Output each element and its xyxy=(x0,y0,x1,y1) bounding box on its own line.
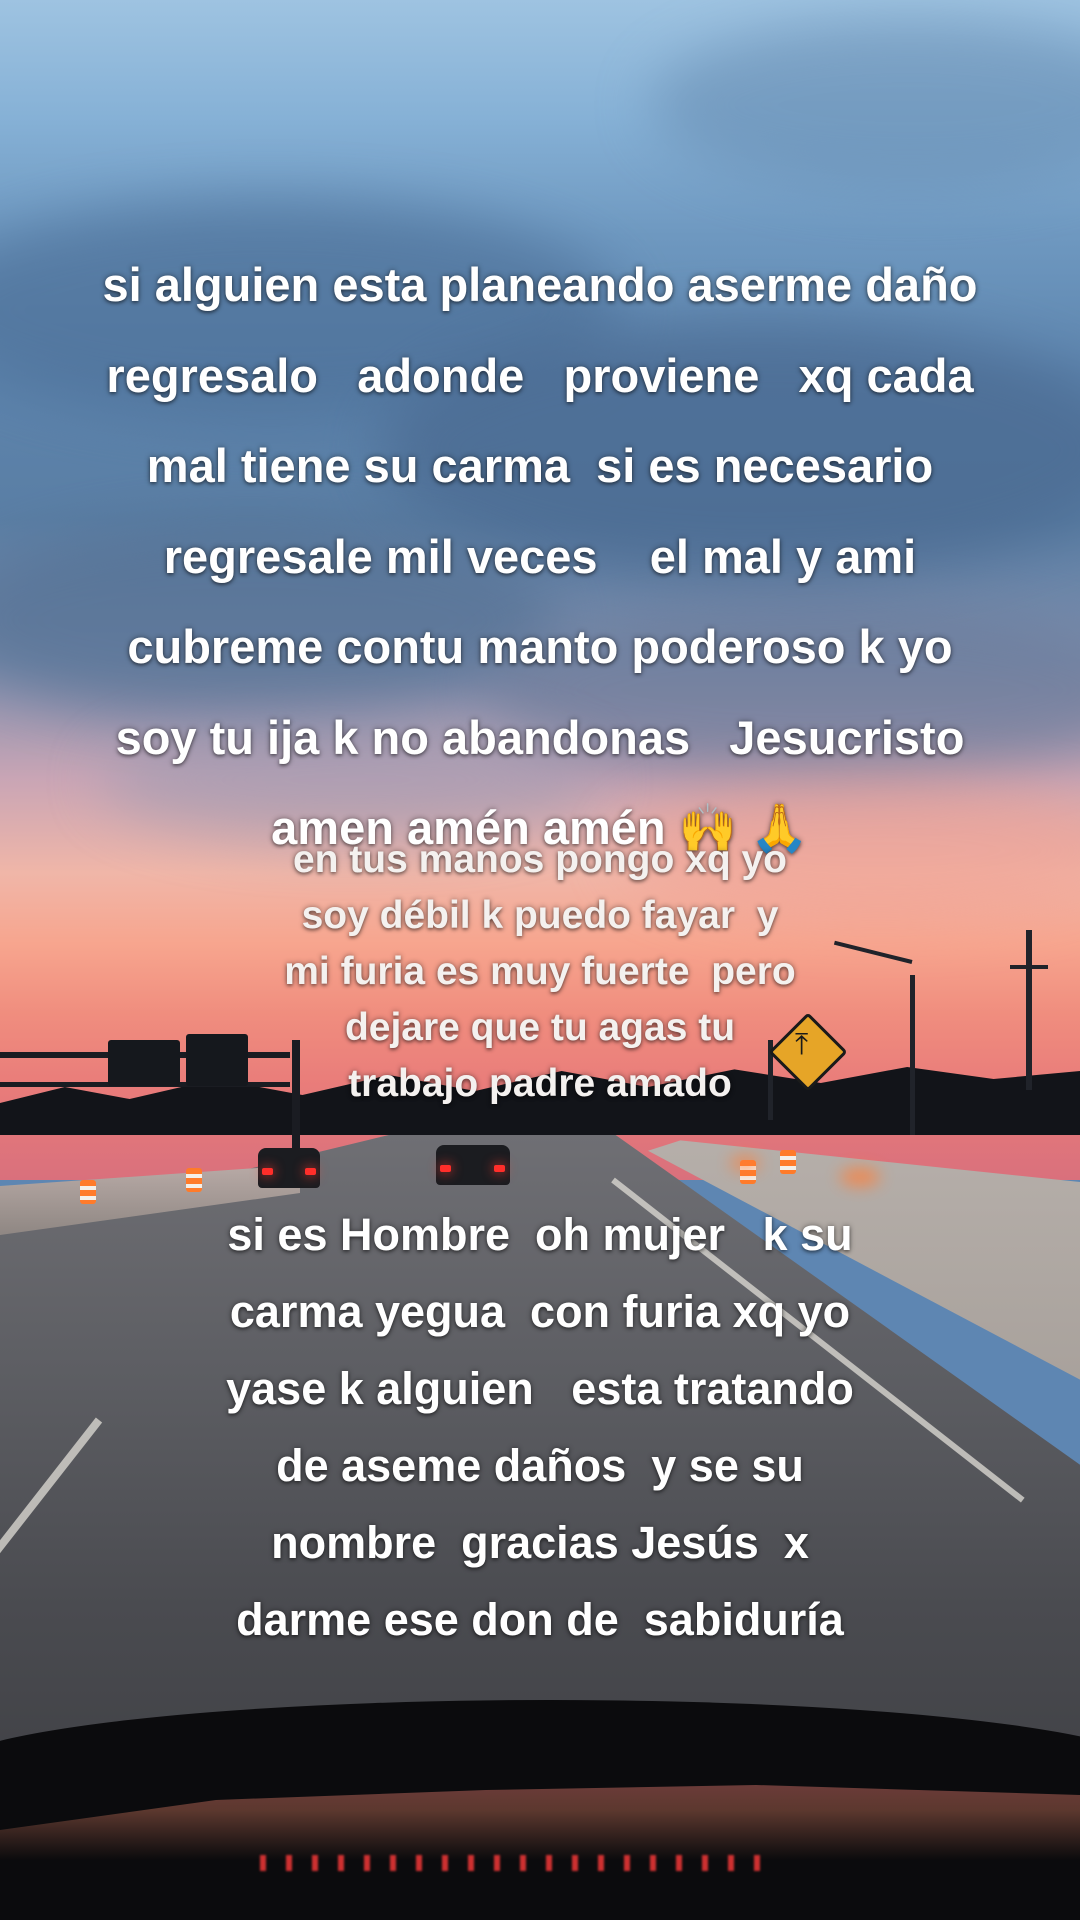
traffic-barrel xyxy=(780,1150,796,1174)
caption-line: mi furia es muy fuerte pero xyxy=(284,950,796,993)
tail-light xyxy=(494,1165,505,1172)
tail-light xyxy=(440,1165,451,1172)
caption-line: si alguien esta planeando aserme daño xyxy=(102,258,978,311)
tail-light xyxy=(305,1168,316,1175)
caption-line: nombre gracias Jesús x xyxy=(271,1517,809,1568)
caption-line: soy tu ija k no abandonas Jesucristo xyxy=(115,710,965,764)
caption-line: en tus manos pongo xq yo xyxy=(292,838,788,881)
light-glow xyxy=(730,1156,760,1170)
caption-line: regresalo adonde proviene xq cada xyxy=(106,348,974,402)
caption-line: dejare que tu agas tu xyxy=(344,1006,736,1049)
caption-line: si es Hombre oh mujer k su xyxy=(227,1209,853,1260)
light-glow xyxy=(840,1168,880,1186)
caption-block-hands: en tus manos pongo xq yo soy débil k pue… xyxy=(0,832,1080,1112)
traffic-barrel xyxy=(186,1168,202,1192)
dashboard-light-reflection xyxy=(260,1855,760,1871)
caption-block-prayer: si alguien esta planeando aserme daño re… xyxy=(0,240,1080,875)
caption-block-karma: si es Hombre oh mujer k su carma yegua c… xyxy=(0,1196,1080,1658)
caption-line: mal tiene su carma si es necesario xyxy=(146,439,934,492)
caption-line: soy débil k puedo fayar y xyxy=(301,894,779,937)
caption-line: trabajo padre amado xyxy=(348,1062,732,1105)
caption-line: regresale mil veces el mal y ami xyxy=(163,529,917,583)
tail-light xyxy=(262,1168,273,1175)
caption-line: darme ese don de sabiduría xyxy=(236,1594,844,1645)
caption-line: yase k alguien esta tratando xyxy=(226,1363,854,1414)
caption-line: cubreme contu manto poderoso k yo xyxy=(127,620,953,673)
caption-line: de aseme daños y se su xyxy=(276,1440,804,1491)
caption-line: carma yegua con furia xq yo xyxy=(229,1286,851,1337)
